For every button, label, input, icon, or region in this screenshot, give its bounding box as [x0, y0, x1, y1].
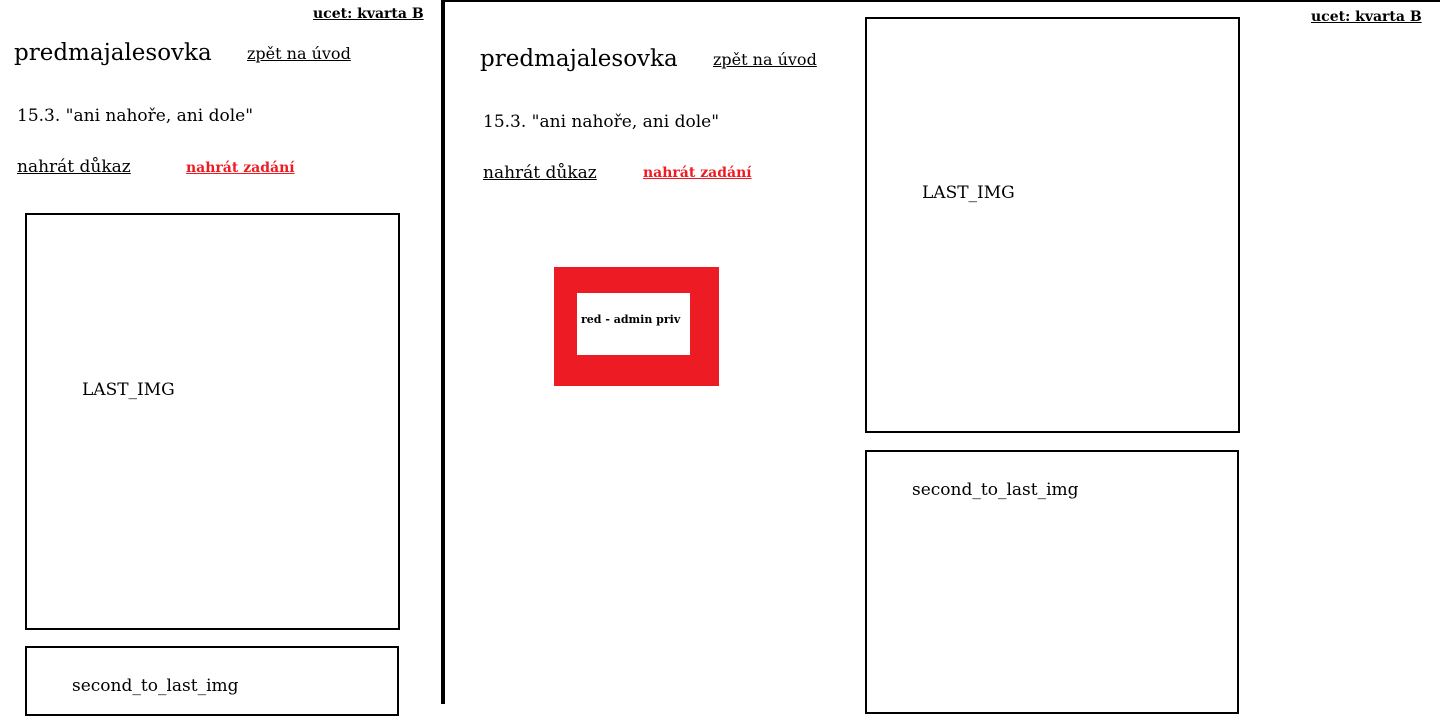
- upload-proof-link[interactable]: nahrát důkaz: [483, 163, 597, 183]
- second-to-last-image-label: second_to_last_img: [72, 676, 239, 696]
- upload-task-link[interactable]: nahrát zadání: [643, 165, 752, 181]
- admin-privilege-note-inner: red - admin priv: [577, 293, 690, 355]
- upload-proof-link[interactable]: nahrát důkaz: [17, 157, 131, 177]
- upload-task-link[interactable]: nahrát zadání: [186, 160, 295, 176]
- last-image-frame[interactable]: LAST_IMG: [865, 17, 1240, 433]
- back-to-home-link[interactable]: zpět na úvod: [713, 50, 817, 69]
- back-to-home-link[interactable]: zpět na úvod: [247, 44, 351, 63]
- admin-privilege-note: red - admin priv: [554, 267, 719, 386]
- page-title: predmajalesovka: [480, 46, 678, 72]
- event-title: 15.3. "ani nahoře, ani dole": [483, 112, 720, 132]
- second-to-last-image-frame[interactable]: second_to_last_img: [865, 450, 1239, 714]
- account-link[interactable]: ucet: kvarta B: [1311, 9, 1422, 25]
- page-title: predmajalesovka: [14, 40, 212, 66]
- account-link[interactable]: ucet: kvarta B: [313, 6, 424, 22]
- last-image-frame[interactable]: LAST_IMG: [25, 213, 400, 630]
- event-title: 15.3. "ani nahoře, ani dole": [17, 106, 254, 126]
- second-to-last-image-frame[interactable]: second_to_last_img: [25, 646, 399, 716]
- last-image-label: LAST_IMG: [82, 380, 175, 400]
- right-panel-top-border: [443, 0, 1440, 2]
- second-to-last-image-label: second_to_last_img: [912, 480, 1079, 500]
- panel-divider: [441, 0, 445, 704]
- admin-privilege-note-text: red - admin priv: [581, 313, 681, 326]
- last-image-label: LAST_IMG: [922, 183, 1015, 203]
